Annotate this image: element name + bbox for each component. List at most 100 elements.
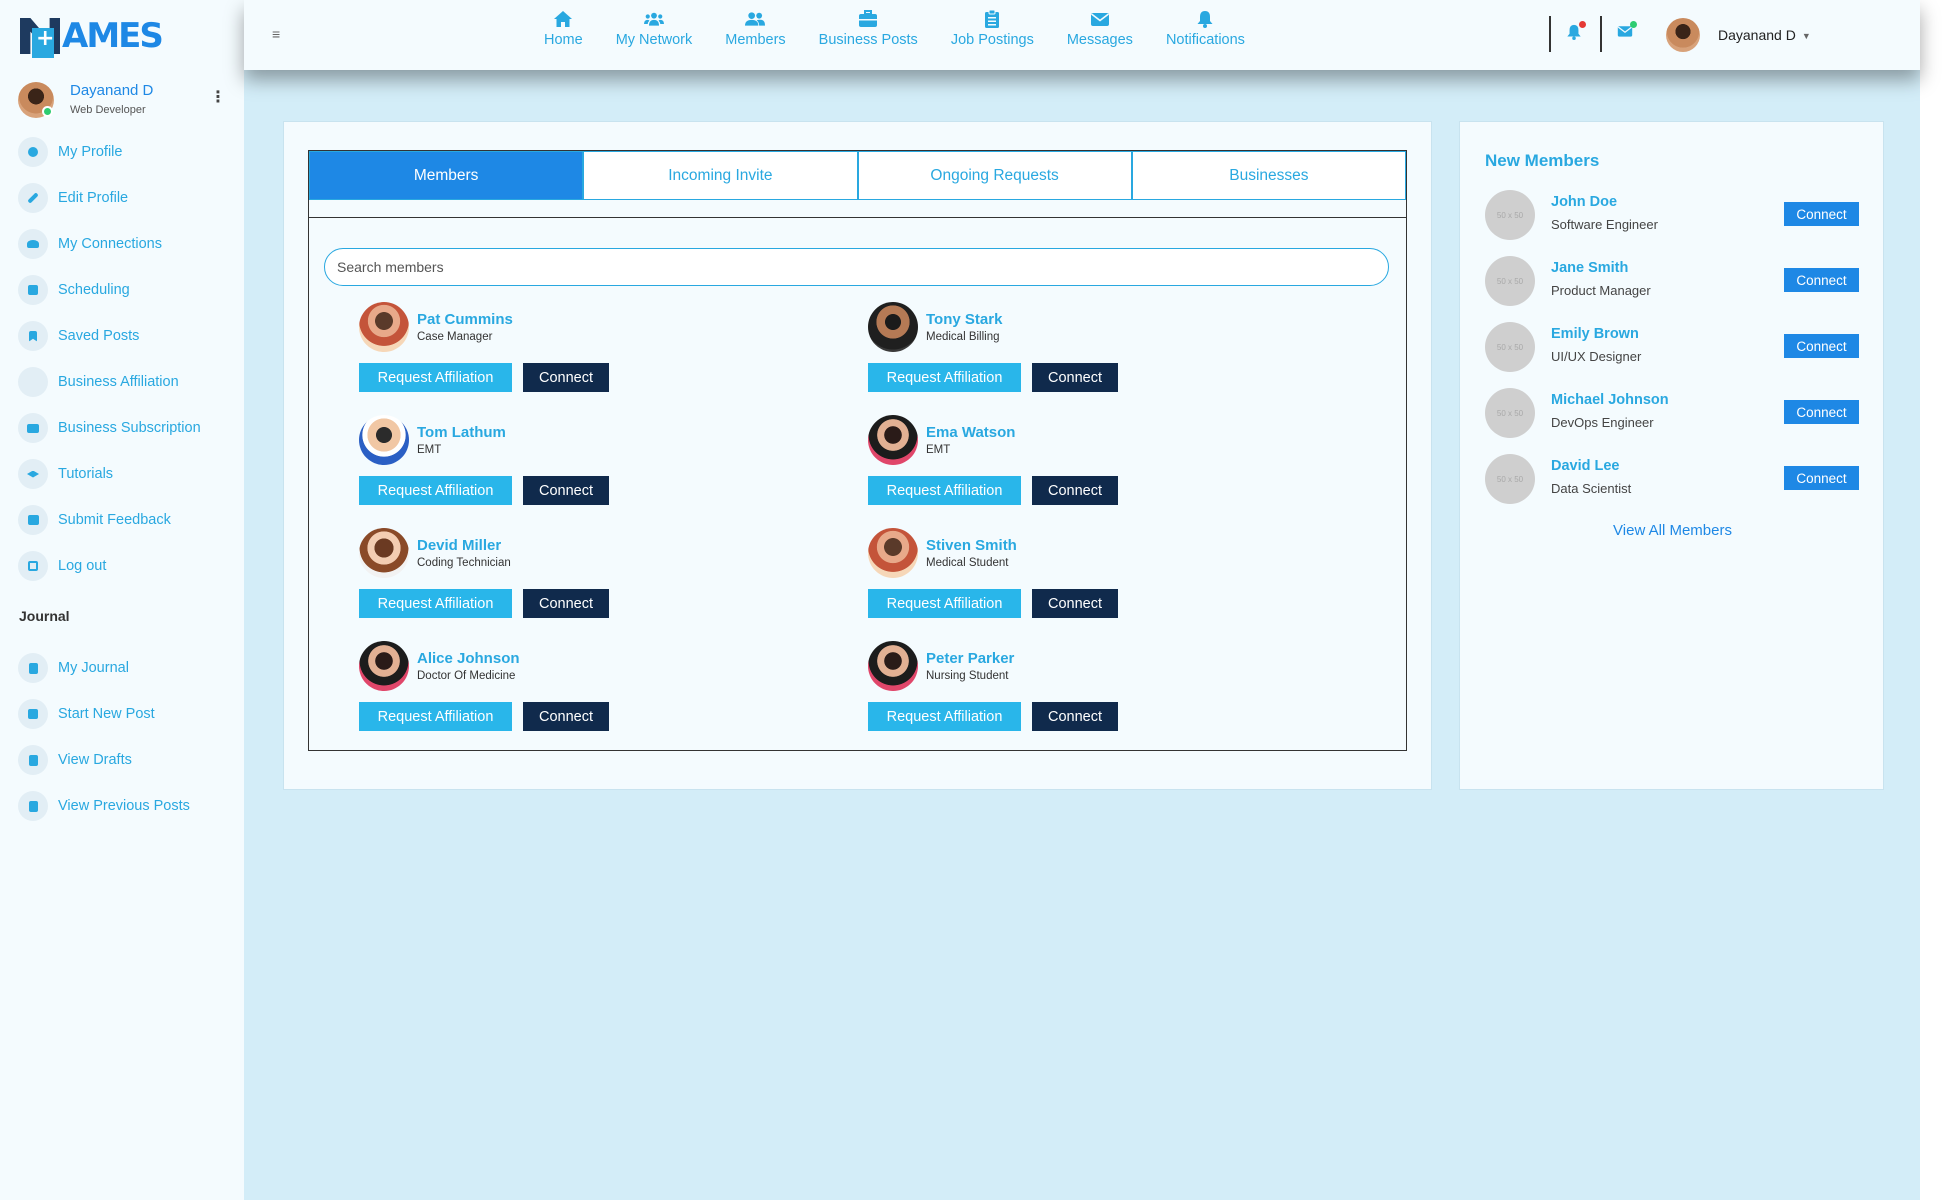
member-role: Medical Billing xyxy=(926,331,1000,343)
connect-button[interactable]: Connect xyxy=(1032,363,1118,392)
more-options-icon[interactable]: ⋮ xyxy=(210,88,226,108)
member-name[interactable]: Ema Watson xyxy=(926,424,1015,441)
profile-icon xyxy=(18,137,48,167)
connect-button[interactable]: Connect xyxy=(523,476,609,505)
member-card: Peter Parker Nursing Student Request Aff… xyxy=(868,641,1268,741)
request-affiliation-button[interactable]: Request Affiliation xyxy=(359,363,512,392)
tab-bar: Members Incoming Invite Ongoing Requests… xyxy=(309,151,1406,218)
member-role: Case Manager xyxy=(417,331,493,343)
sidebar-item-view-previous-posts[interactable]: View Previous Posts xyxy=(18,783,238,829)
connect-button[interactable]: Connect xyxy=(523,363,609,392)
sidebar-item-saved-posts[interactable]: Saved Posts xyxy=(18,313,238,359)
new-member-name[interactable]: Jane Smith xyxy=(1551,260,1628,276)
connect-button[interactable]: Connect xyxy=(523,589,609,618)
new-member-role: DevOps Engineer xyxy=(1551,415,1654,430)
connect-button[interactable]: Connect xyxy=(1032,702,1118,731)
inbox-envelope-icon[interactable] xyxy=(1617,21,1637,40)
member-name[interactable]: Pat Cummins xyxy=(417,311,513,328)
network-icon xyxy=(643,10,664,28)
request-affiliation-button[interactable]: Request Affiliation xyxy=(359,476,512,505)
member-avatar xyxy=(868,528,918,578)
sidebar-item-submit-feedback[interactable]: Submit Feedback xyxy=(18,497,238,543)
sidebar-item-my-connections[interactable]: My Connections xyxy=(18,221,238,267)
sidebar-item-tutorials[interactable]: Tutorials xyxy=(18,451,238,497)
new-member-name[interactable]: Michael Johnson xyxy=(1551,392,1669,408)
sidebar: AMES Dayanand D Web Developer ⋮ My Profi… xyxy=(0,0,244,1200)
user-avatar[interactable] xyxy=(1666,18,1700,52)
sidebar-item-log-out[interactable]: Log out xyxy=(18,543,238,589)
member-name[interactable]: Devid Miller xyxy=(417,537,501,554)
logo[interactable]: AMES xyxy=(20,12,164,60)
new-member-name[interactable]: John Doe xyxy=(1551,194,1617,210)
member-card: Pat Cummins Case Manager Request Affilia… xyxy=(359,302,759,402)
tab-incoming-invite[interactable]: Incoming Invite xyxy=(583,151,858,200)
sidebar-profile[interactable]: Dayanand D Web Developer ⋮ xyxy=(18,82,228,122)
sidebar-item-my-journal[interactable]: My Journal xyxy=(18,645,238,691)
nav-job-postings[interactable]: Job Postings xyxy=(951,10,1034,48)
nav-members[interactable]: Members xyxy=(725,10,786,48)
connect-button[interactable]: Connect xyxy=(1784,334,1859,358)
tabs-container: Members Incoming Invite Ongoing Requests… xyxy=(308,150,1407,751)
sidebar-item-edit-profile[interactable]: Edit Profile xyxy=(18,175,238,221)
sidebar-item-view-drafts[interactable]: View Drafts xyxy=(18,737,238,783)
nav-home[interactable]: Home xyxy=(544,10,583,48)
feedback-icon xyxy=(18,505,48,535)
new-member-name[interactable]: Emily Brown xyxy=(1551,326,1639,342)
bell-icon xyxy=(1195,10,1215,28)
new-member-name[interactable]: David Lee xyxy=(1551,458,1620,474)
connect-button[interactable]: Connect xyxy=(523,702,609,731)
request-affiliation-button[interactable]: Request Affiliation xyxy=(868,702,1021,731)
main-nav: Home My Network Members Business Posts J… xyxy=(544,10,1278,48)
view-all-members-link[interactable]: View All Members xyxy=(1460,522,1885,539)
home-icon xyxy=(553,10,573,28)
drafts-icon xyxy=(18,745,48,775)
members-icon xyxy=(745,10,766,28)
chevron-down-icon: ▼ xyxy=(1801,31,1811,42)
nav-my-network[interactable]: My Network xyxy=(616,10,692,48)
unread-dot xyxy=(1630,21,1637,28)
new-member-role: UI/UX Designer xyxy=(1551,349,1642,364)
request-affiliation-button[interactable]: Request Affiliation xyxy=(868,589,1021,618)
request-affiliation-button[interactable]: Request Affiliation xyxy=(359,702,512,731)
journal-icon xyxy=(18,653,48,683)
member-name[interactable]: Alice Johnson xyxy=(417,650,520,667)
profile-role: Web Developer xyxy=(70,104,146,116)
tab-members[interactable]: Members xyxy=(309,151,584,200)
alert-bell-icon[interactable] xyxy=(1566,21,1586,40)
hamburger-menu-icon[interactable]: ≡ xyxy=(272,27,284,41)
new-member-row: 50 x 50 Michael Johnson DevOps Engineer … xyxy=(1485,388,1861,440)
user-menu[interactable]: Dayanand D ▼ xyxy=(1718,27,1811,43)
sidebar-item-start-new-post[interactable]: Start New Post xyxy=(18,691,238,737)
sidebar-item-my-profile[interactable]: My Profile xyxy=(18,129,238,175)
right-margin xyxy=(1920,0,1959,1200)
member-name[interactable]: Peter Parker xyxy=(926,650,1014,667)
tab-ongoing-requests[interactable]: Ongoing Requests xyxy=(857,151,1132,200)
request-affiliation-button[interactable]: Request Affiliation xyxy=(868,476,1021,505)
top-navbar: ≡ Home My Network Members Business Posts… xyxy=(244,0,1920,70)
nav-messages[interactable]: Messages xyxy=(1067,10,1133,48)
avatar-placeholder: 50 x 50 xyxy=(1485,322,1535,372)
clipboard-icon xyxy=(982,10,1002,28)
member-name[interactable]: Tom Lathum xyxy=(417,424,506,441)
nav-notifications[interactable]: Notifications xyxy=(1166,10,1245,48)
connect-button[interactable]: Connect xyxy=(1032,476,1118,505)
calendar-icon xyxy=(18,275,48,305)
member-name[interactable]: Stiven Smith xyxy=(926,537,1017,554)
sidebar-item-business-affiliation[interactable]: Business Affiliation xyxy=(18,359,238,405)
connect-button[interactable]: Connect xyxy=(1784,268,1859,292)
connect-button[interactable]: Connect xyxy=(1784,400,1859,424)
member-name[interactable]: Tony Stark xyxy=(926,311,1002,328)
tab-businesses[interactable]: Businesses xyxy=(1131,151,1406,200)
sidebar-item-scheduling[interactable]: Scheduling xyxy=(18,267,238,313)
request-affiliation-button[interactable]: Request Affiliation xyxy=(868,363,1021,392)
request-affiliation-button[interactable]: Request Affiliation xyxy=(359,589,512,618)
graduation-icon xyxy=(18,459,48,489)
search-input[interactable] xyxy=(324,248,1389,286)
new-member-row: 50 x 50 John Doe Software Engineer Conne… xyxy=(1485,190,1861,242)
connect-button[interactable]: Connect xyxy=(1784,202,1859,226)
connect-button[interactable]: Connect xyxy=(1784,466,1859,490)
connect-button[interactable]: Connect xyxy=(1032,589,1118,618)
nav-business-posts[interactable]: Business Posts xyxy=(819,10,918,48)
member-role: Medical Student xyxy=(926,557,1009,569)
sidebar-item-business-subscription[interactable]: Business Subscription xyxy=(18,405,238,451)
